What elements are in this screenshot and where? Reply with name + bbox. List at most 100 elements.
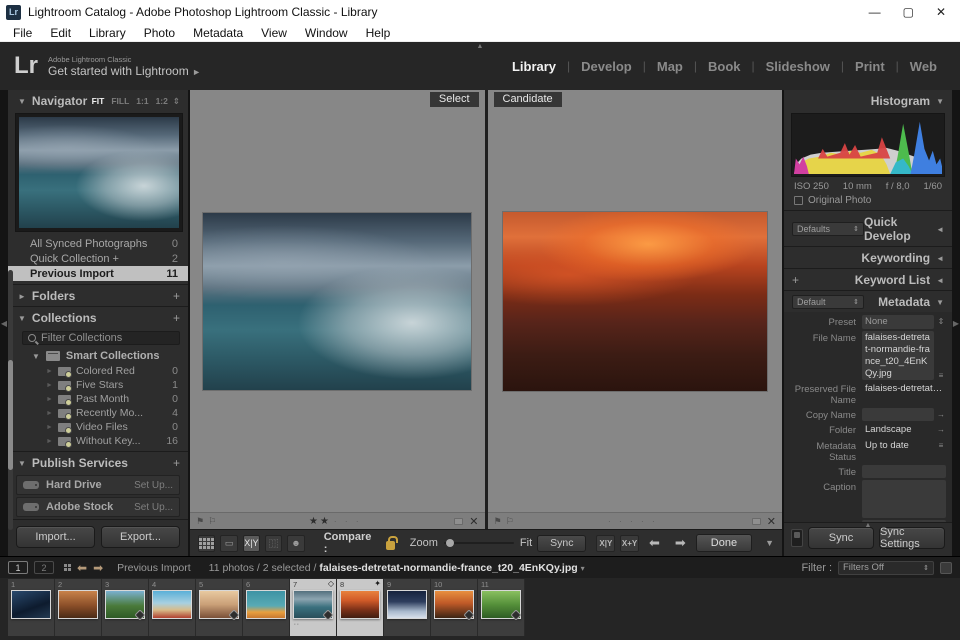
navigator-preview[interactable]	[15, 113, 183, 232]
menu-item[interactable]: Edit	[41, 26, 80, 40]
sync-button[interactable]: Sync	[808, 527, 874, 549]
catalog-item[interactable]: All Synced Photographs 0	[8, 236, 188, 251]
smart-collection-item[interactable]: ► Five Stars 1	[8, 378, 188, 392]
filmstrip-source[interactable]: Previous Import	[117, 562, 191, 574]
caption-field[interactable]	[862, 480, 946, 519]
add-collection-icon[interactable]: +	[173, 311, 180, 325]
filmstrip-thumbnail[interactable]: 2	[55, 579, 102, 636]
filter-collections-input[interactable]: Filter Collections	[22, 331, 180, 345]
forward-arrow-icon[interactable]: ➡	[93, 561, 103, 575]
keywording-header[interactable]: Keywording ◄	[784, 246, 952, 268]
import-button[interactable]: Import...	[16, 526, 95, 548]
lock-icon[interactable]	[386, 535, 399, 550]
filmstrip-thumbnail[interactable]: 4	[149, 579, 196, 636]
catalog-item[interactable]: Previous Import 11	[8, 266, 188, 281]
people-view-icon[interactable]: ☻	[287, 534, 305, 552]
previous-photo-icon[interactable]: ⬅	[644, 535, 665, 551]
pick-flag-icon[interactable]: ⚑	[494, 516, 502, 527]
deselect-icon[interactable]: ✕	[469, 515, 478, 528]
menu-item[interactable]: Library	[80, 26, 135, 40]
updown-icon[interactable]: ⇕	[936, 315, 946, 326]
top-panel-collapse-icon[interactable]: ▲	[477, 43, 484, 50]
keyword-list-header[interactable]: + Keyword List ◄	[784, 268, 952, 290]
navigator-header[interactable]: ▼ Navigator FIT FILL 1:1 1:2 ⇕	[8, 90, 188, 111]
close-icon[interactable]: ✕	[936, 5, 946, 19]
smart-collection-item[interactable]: ► Video Files 0	[8, 420, 188, 434]
add-keyword-icon[interactable]: +	[792, 273, 799, 287]
collections-header[interactable]: ▼ Collections +	[8, 306, 188, 328]
module-tab[interactable]: Slideshow	[755, 59, 841, 74]
left-panel-scrollbar[interactable]	[8, 270, 13, 530]
add-publish-service-icon[interactable]: +	[173, 456, 180, 470]
action-icon[interactable]: ≡	[936, 439, 946, 450]
arrow-action-icon[interactable]: →	[936, 408, 946, 419]
saved-preset-select[interactable]: Defaults ⇕	[792, 222, 864, 236]
checkbox-icon[interactable]	[794, 196, 803, 205]
module-tab[interactable]: Print	[844, 59, 896, 74]
thumbnail-image[interactable]	[387, 590, 427, 619]
metadata-view-select[interactable]: Default ⇕	[792, 295, 864, 309]
autosync-toggle[interactable]	[791, 529, 803, 547]
star-rating[interactable]: ★★	[309, 516, 331, 527]
copy-name-field[interactable]	[862, 408, 934, 422]
module-tab[interactable]: Book	[697, 59, 752, 74]
metadata-header[interactable]: Default ⇕ Metadata ▼	[784, 290, 952, 312]
smart-collection-item[interactable]: ► Colored Red 0	[8, 364, 188, 378]
zoom-ratio-chooser-icon[interactable]: ⇕	[173, 96, 180, 107]
module-tab[interactable]: Library	[501, 59, 567, 74]
menu-item[interactable]: File	[4, 26, 41, 40]
second-window-button[interactable]: 2	[34, 561, 54, 574]
back-arrow-icon[interactable]: ⬅	[77, 561, 87, 575]
title-field[interactable]	[862, 465, 946, 479]
smart-collection-item[interactable]: ► Without Key... 16	[8, 434, 188, 448]
thumbnail-image[interactable]	[58, 590, 98, 619]
set-up-link[interactable]: Set Up...	[134, 480, 173, 491]
maximize-icon[interactable]: ▢	[903, 5, 914, 19]
filmstrip-thumbnail[interactable]: 1	[8, 579, 55, 636]
zoom-slider-thumb[interactable]	[445, 539, 454, 547]
filmstrip-status[interactable]: 11 photos / 2 selected / falaises-detret…	[209, 562, 585, 574]
filmstrip-thumbnail[interactable]: 11	[478, 579, 525, 636]
panel-collapse-icon[interactable]: ▲	[865, 522, 872, 529]
sync-zoom-button[interactable]: Sync	[537, 534, 587, 552]
reject-flag-icon[interactable]: ⚐	[208, 516, 216, 527]
module-tab[interactable]: Map	[646, 59, 694, 74]
action-icon[interactable]: ≡	[936, 369, 946, 380]
minimize-icon[interactable]: —	[869, 5, 881, 19]
thumbnail-image[interactable]	[11, 590, 51, 619]
main-window-button[interactable]: 1	[8, 561, 28, 574]
sync-settings-button[interactable]: Sync Settings	[879, 526, 945, 550]
publish-services-header[interactable]: ▼ Publish Services +	[8, 451, 188, 473]
menu-item[interactable]: Metadata	[184, 26, 252, 40]
export-button[interactable]: Export...	[101, 526, 180, 548]
next-photo-icon[interactable]: ➡	[670, 535, 691, 551]
histogram[interactable]	[791, 113, 945, 177]
catalog-item[interactable]: Quick Collection + 2	[8, 251, 188, 266]
filmstrip-thumbnail[interactable]: 7 ◇ ∙∙	[290, 579, 337, 636]
filmstrip-thumbnail[interactable]: 10	[431, 579, 478, 636]
swap-select-candidate-icon[interactable]: X|Y	[596, 534, 616, 552]
star-rating-dots[interactable]: ∙ ∙ ∙	[334, 516, 362, 526]
menu-item[interactable]: Window	[296, 26, 357, 40]
get-started-link[interactable]: Get started with Lightroom ►	[48, 64, 201, 78]
publish-service-item[interactable]: Hard Drive Set Up...	[16, 475, 180, 495]
grid-view-icon[interactable]	[64, 564, 71, 571]
add-folder-icon[interactable]: +	[173, 289, 180, 303]
histogram-header[interactable]: Histogram ▼	[784, 90, 952, 111]
smart-collection-item[interactable]: ► Past Month 0	[8, 392, 188, 406]
smart-collection-item[interactable]: ► Recently Mo... 4	[8, 406, 188, 420]
filmstrip-thumbnail[interactable]: 6	[243, 579, 290, 636]
smart-collections-group[interactable]: ▼ Smart Collections	[8, 348, 188, 364]
grid-view-icon[interactable]	[198, 534, 216, 552]
set-up-link[interactable]: Set Up...	[134, 502, 173, 513]
filmstrip-thumbnail[interactable]: 3	[102, 579, 149, 636]
zoom-slider[interactable]	[443, 539, 514, 547]
survey-view-icon[interactable]: ⿲	[265, 534, 283, 552]
navigator-zoom-option[interactable]: FILL	[111, 96, 129, 106]
star-rating-dots[interactable]: ∙ ∙ ∙ ∙ ∙	[608, 516, 658, 526]
filmstrip-thumbnail[interactable]: 9	[384, 579, 431, 636]
filter-select[interactable]: Filters Off ⇕	[838, 560, 934, 575]
file-name-value[interactable]: falaises-detretat-normandie-france_t20_4…	[862, 330, 934, 381]
menu-item[interactable]: Photo	[135, 26, 184, 40]
original-photo-row[interactable]: Original Photo	[784, 193, 952, 210]
